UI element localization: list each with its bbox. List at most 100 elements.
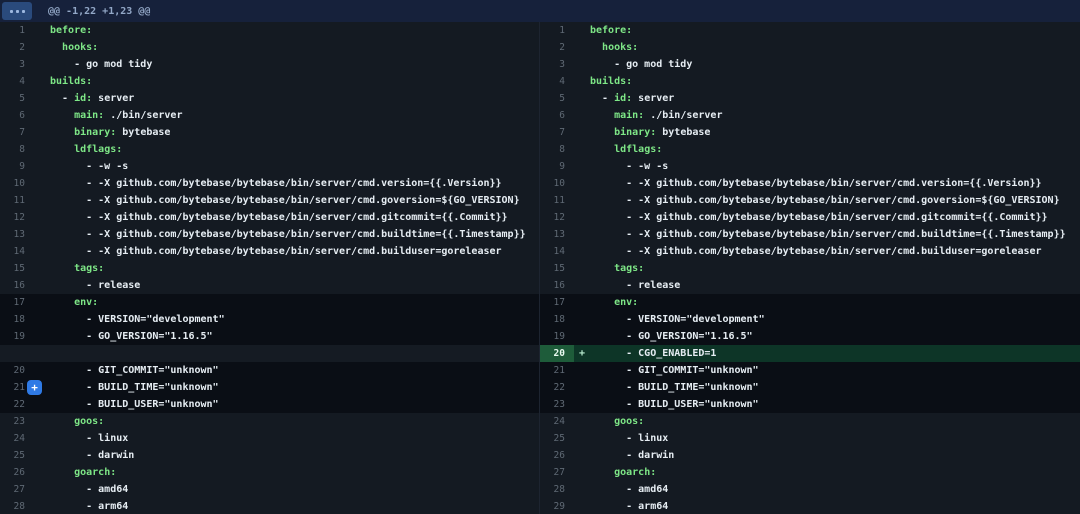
add-comment-button[interactable]: + [27,380,42,395]
diff-row: 1before: [0,22,539,39]
line-number: 10 [540,175,574,192]
ellipsis-icon [10,10,13,13]
line-marker [34,124,50,141]
code-line: - VERSION="development" [590,311,765,328]
code-line: main: ./bin/server [50,107,182,124]
hunk-range-label: @@ -1,22 +1,23 @@ [48,6,150,17]
diff-row: 24 - linux [0,430,539,447]
line-number: 19 [0,328,34,345]
code-line: - arm64 [590,498,668,514]
diff-row: 16 - release [540,277,1080,294]
line-number: 26 [0,464,34,481]
line-number: 22 [540,379,574,396]
line-number: 17 [540,294,574,311]
diff-row: 28 - amd64 [540,481,1080,498]
code-line: - GIT_COMMIT="unknown" [590,362,759,379]
code-line: - BUILD_TIME="unknown" [50,379,219,396]
diff-row: 27 goarch: [540,464,1080,481]
line-number: 3 [540,56,574,73]
code-line: - BUILD_USER="unknown" [50,396,219,413]
line-number: 28 [0,498,34,514]
code-line: - go mod tidy [50,56,152,73]
line-marker [34,22,50,39]
line-marker [574,379,590,396]
code-line: - -X github.com/bytebase/bytebase/bin/se… [50,192,520,209]
filler-row [0,345,539,362]
diff-row: 29 - arm64 [540,498,1080,514]
code-line: - -X github.com/bytebase/bytebase/bin/se… [50,243,502,260]
code-line: goos: [590,413,644,430]
code-line: hooks: [590,39,638,56]
line-number: 10 [0,175,34,192]
line-marker [574,498,590,514]
line-number: 6 [0,107,34,124]
code-line: builds: [50,73,92,90]
line-number: 23 [540,396,574,413]
diff-row: 6 main: ./bin/server [0,107,539,124]
line-marker [34,175,50,192]
line-number: 7 [0,124,34,141]
line-number: 16 [0,277,34,294]
line-number: 11 [540,192,574,209]
line-marker [574,362,590,379]
line-marker [34,498,50,514]
diff-row: 9 - -w -s [540,158,1080,175]
line-number: 1 [0,22,34,39]
code-line: - -w -s [590,158,668,175]
pane-old-version: 1before:2 hooks:3 - go mod tidy4builds:5… [0,22,540,514]
line-marker [574,413,590,430]
line-number: 27 [0,481,34,498]
diff-row: 10 - -X github.com/bytebase/bytebase/bin… [540,175,1080,192]
line-number: 8 [0,141,34,158]
line-marker [574,328,590,345]
diff-row: 22 - BUILD_USER="unknown" [0,396,539,413]
ellipsis-icon [22,10,25,13]
line-number: 14 [540,243,574,260]
line-number: 27 [540,464,574,481]
expand-diff-button[interactable] [2,2,32,20]
line-number: 18 [540,311,574,328]
line-marker [34,430,50,447]
line-number: 12 [540,209,574,226]
line-marker [34,226,50,243]
diff-row: 13 - -X github.com/bytebase/bytebase/bin… [0,226,539,243]
code-line: - -X github.com/bytebase/bytebase/bin/se… [590,243,1042,260]
code-line: binary: bytebase [590,124,710,141]
line-marker [574,192,590,209]
line-marker [574,311,590,328]
code-line: - -X github.com/bytebase/bytebase/bin/se… [590,175,1042,192]
diff-row: 27 - amd64 [0,481,539,498]
line-marker [574,481,590,498]
diff-row: 14 - -X github.com/bytebase/bytebase/bin… [0,243,539,260]
code-line: - linux [590,430,668,447]
line-number: 2 [540,39,574,56]
line-number [0,345,34,362]
line-number: 25 [540,430,574,447]
code-line: tags: [590,260,644,277]
line-marker [34,447,50,464]
code-line: - -X github.com/bytebase/bytebase/bin/se… [590,209,1048,226]
line-marker [574,107,590,124]
code-line: - VERSION="development" [50,311,225,328]
line-marker [574,141,590,158]
line-marker [34,413,50,430]
code-line: - BUILD_TIME="unknown" [590,379,759,396]
code-line: - darwin [590,447,674,464]
code-line: binary: bytebase [50,124,170,141]
line-marker [34,277,50,294]
line-number: 25 [0,447,34,464]
diff-split-view: 1before:2 hooks:3 - go mod tidy4builds:5… [0,22,1080,514]
line-number: 13 [540,226,574,243]
code-line: - id: server [50,90,134,107]
line-number: 8 [540,141,574,158]
diff-row: 1before: [540,22,1080,39]
added-line-marker: + [574,345,590,362]
line-number: 5 [0,90,34,107]
code-line: goarch: [50,464,116,481]
line-marker [34,260,50,277]
line-marker [34,243,50,260]
line-number: 12 [0,209,34,226]
diff-row: 26 goarch: [0,464,539,481]
line-marker [34,328,50,345]
line-number: 11 [0,192,34,209]
